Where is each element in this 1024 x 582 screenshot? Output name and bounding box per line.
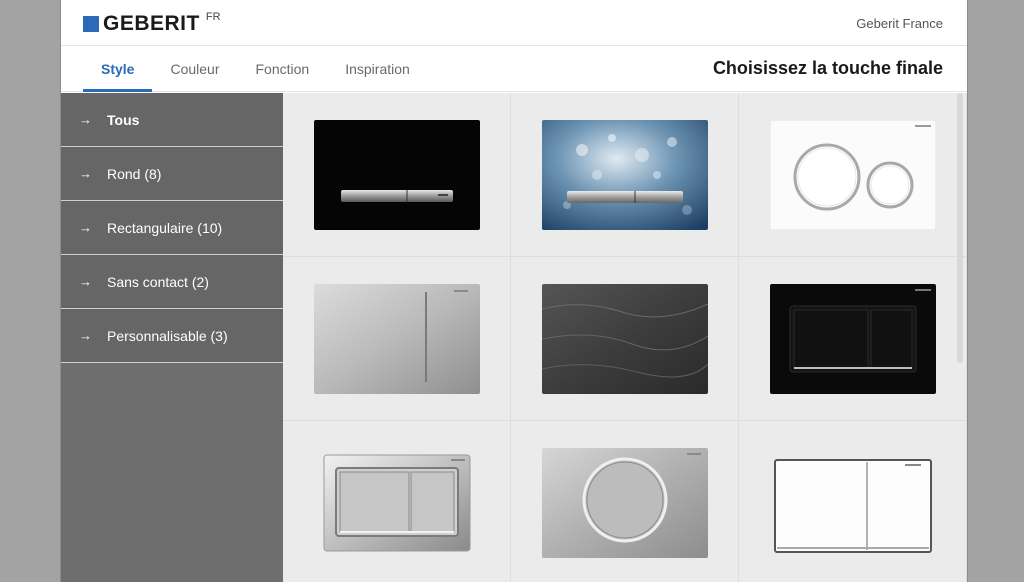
grid-scrollbar[interactable] [957,93,963,363]
sidebar-item-label: Rectangulaire (10) [107,219,223,236]
arrow-right-icon: → [79,166,92,181]
tabs: Style Couleur Fonction Inspiration [83,46,428,92]
site-header: GEBERIT FR Geberit France [61,0,967,46]
product-card[interactable] [739,257,966,420]
product-card[interactable] [511,93,738,256]
page-title: Choisissez la touche finale [712,58,943,78]
logo-locale: FR [205,11,221,23]
chrome-plate-dual-buttons-icon [323,454,470,551]
logo-square-icon [83,16,99,32]
sidebar: → Tous → Rond (8) → Rectangulaire (10) →… [61,93,283,582]
arrow-right-icon: → [79,220,92,235]
tab-style[interactable]: Style [83,46,153,92]
product-card[interactable] [511,421,738,582]
main-content: → Tous → Rond (8) → Rectangulaire (10) →… [61,93,967,582]
sidebar-item-label: Sans contact (2) [107,273,209,290]
black-plate-slim-buttons-icon [313,119,480,230]
app-frame: GEBERIT FR Geberit France Style Couleur … [60,0,968,582]
tab-fonction[interactable]: Fonction [238,46,328,92]
sidebar-item-tous[interactable]: → Tous [61,93,283,147]
product-card[interactable] [511,257,738,420]
product-card[interactable] [283,93,510,256]
country-link[interactable]: Geberit France [856,16,943,31]
logo-text: GEBERIT [103,12,200,35]
tab-inspiration[interactable]: Inspiration [327,46,428,92]
brand-logo[interactable]: GEBERIT FR [83,11,221,35]
tab-bar: Style Couleur Fonction Inspiration Chois… [61,46,967,92]
sidebar-item-rectangulaire[interactable]: → Rectangulaire (10) [61,201,283,255]
sidebar-item-rond[interactable]: → Rond (8) [61,147,283,201]
product-card[interactable] [283,257,510,420]
steel-plate-round-button-icon [541,447,708,558]
sidebar-item-label: Personnalisable (3) [107,327,228,344]
product-card[interactable] [283,421,510,582]
arrow-right-icon: → [79,112,92,127]
product-card[interactable] [739,421,966,582]
sidebar-item-sans-contact[interactable]: → Sans contact (2) [61,255,283,309]
brushed-steel-plate-icon [313,283,480,394]
tab-couleur[interactable]: Couleur [152,46,237,92]
sidebar-item-label: Rond (8) [107,165,162,182]
arrow-right-icon: → [79,328,92,343]
arrow-right-icon: → [79,274,92,289]
white-plate-round-buttons-icon [769,119,936,230]
product-card[interactable] [739,93,966,256]
white-glass-plate-icon [773,458,932,553]
sidebar-item-label: Tous [107,111,140,128]
product-grid [283,93,967,582]
water-pattern-plate-icon [541,119,708,230]
black-plate-dual-buttons-icon [769,283,936,394]
sidebar-item-personnalisable[interactable]: → Personnalisable (3) [61,309,283,363]
slate-stone-plate-icon [541,283,708,394]
